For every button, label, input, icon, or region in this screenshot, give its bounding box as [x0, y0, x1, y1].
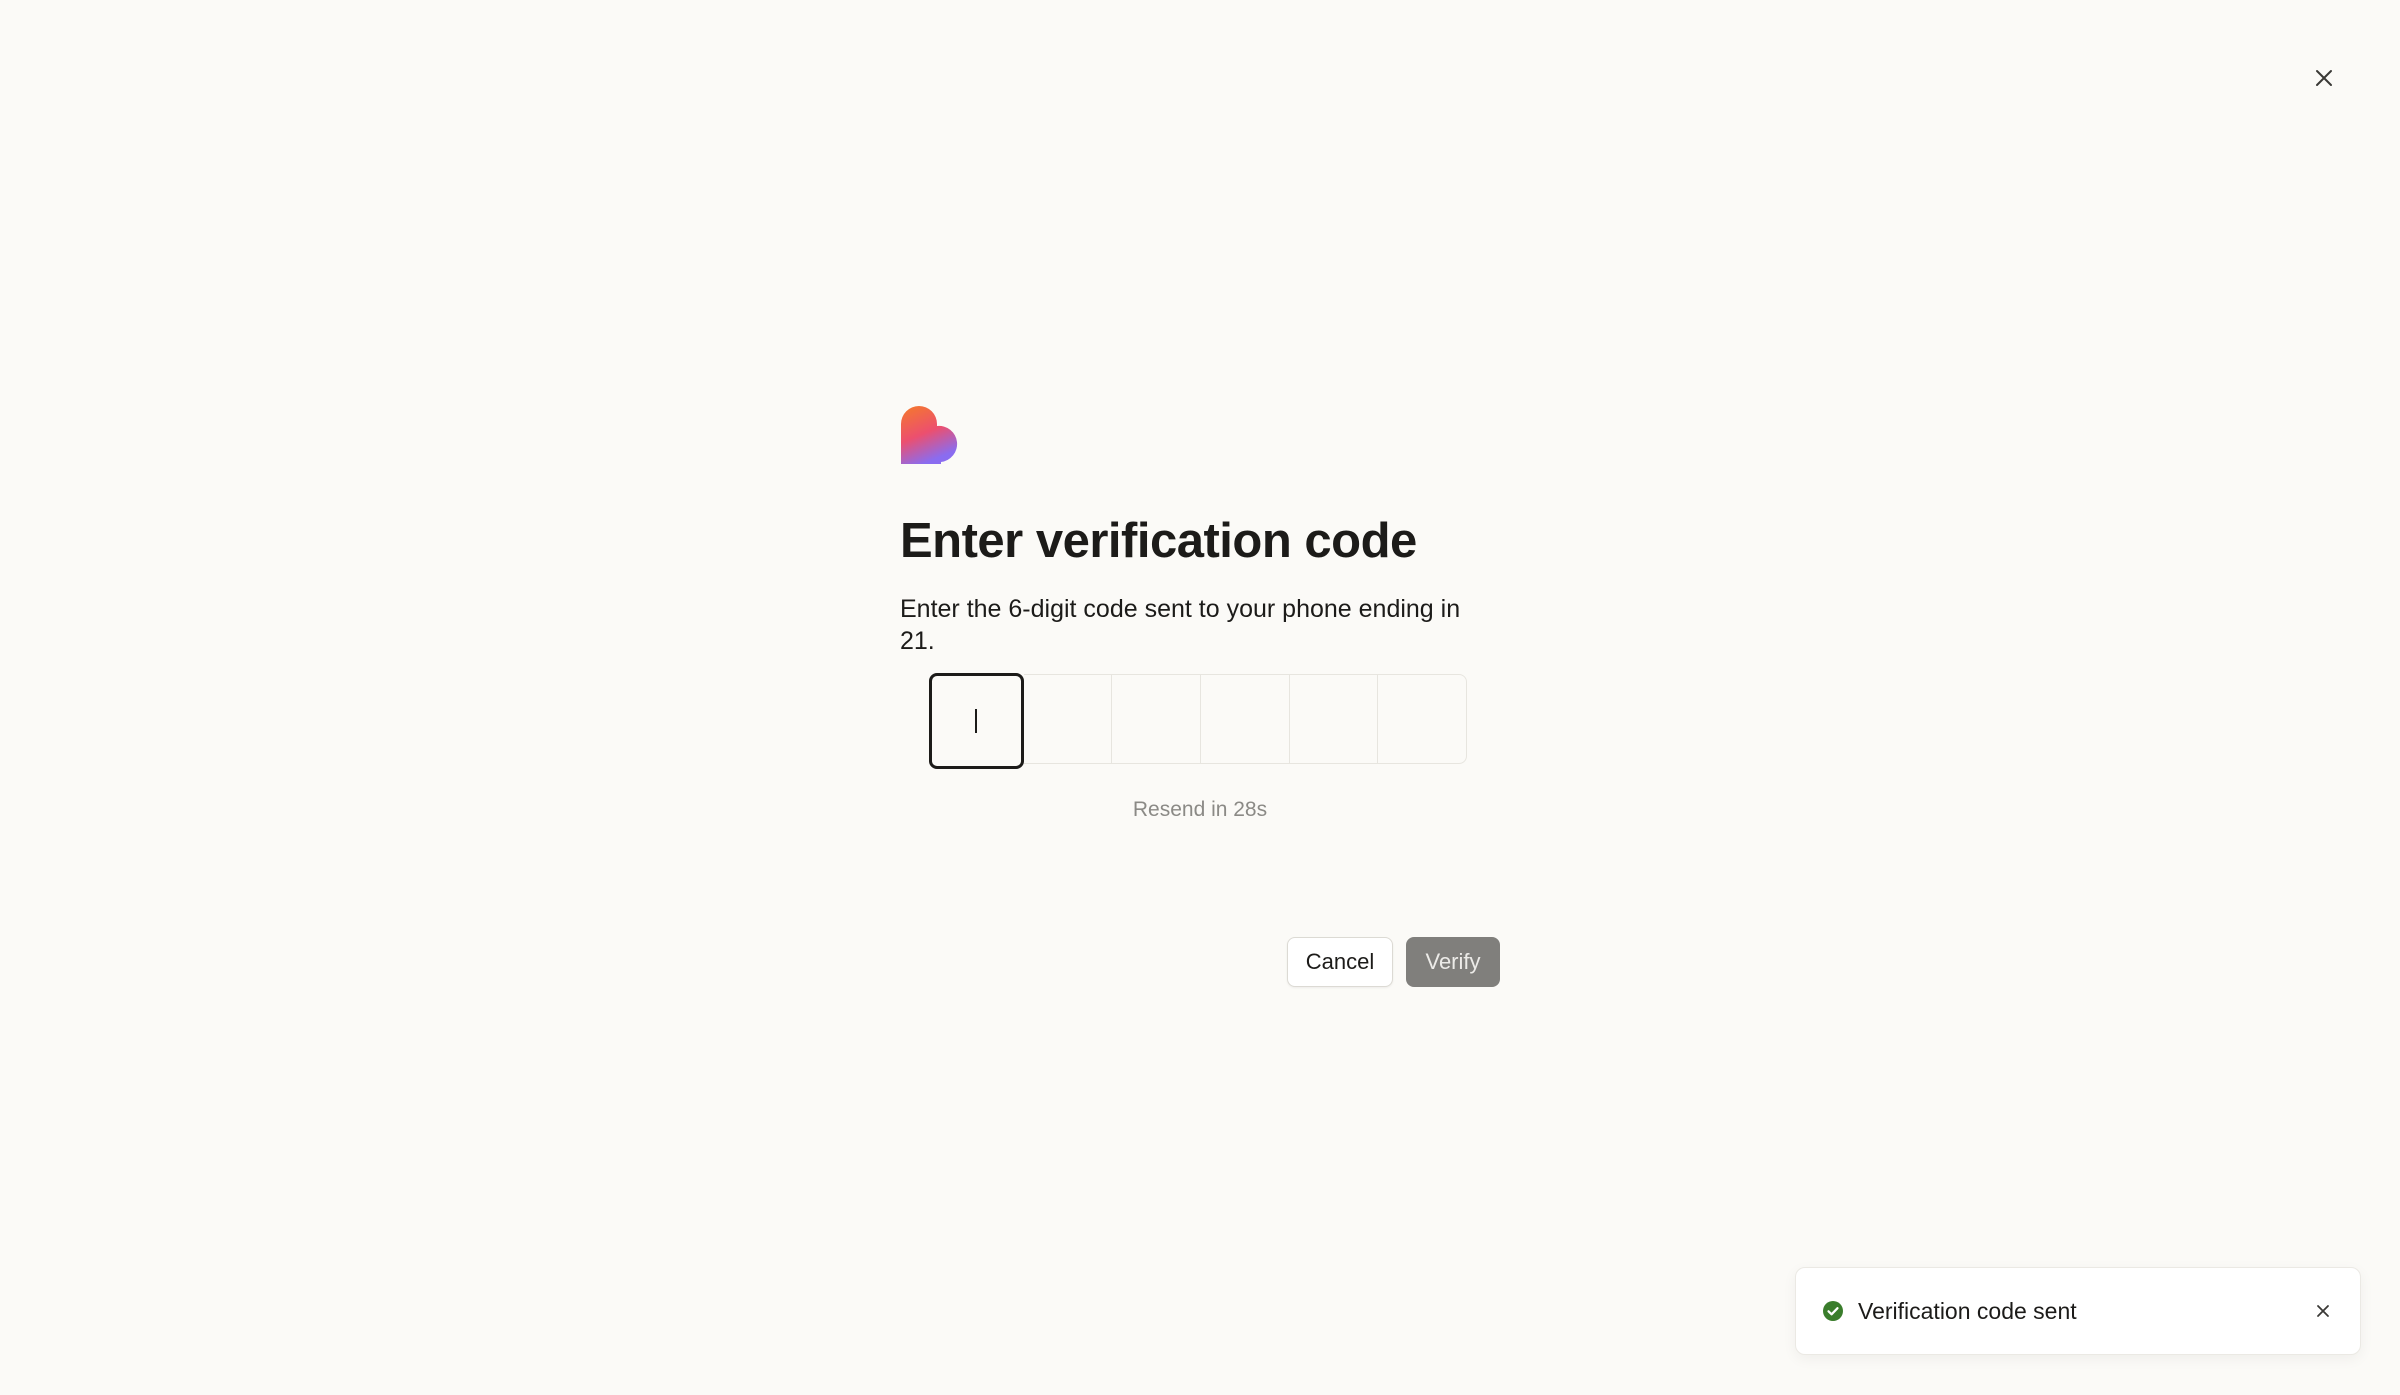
dialog-actions: Cancel Verify [1287, 937, 1500, 987]
close-button[interactable] [2304, 58, 2344, 98]
verify-button[interactable]: Verify [1406, 937, 1500, 987]
code-digit-6[interactable] [1378, 674, 1468, 764]
heart-logo [901, 406, 958, 464]
code-digit-1[interactable] [929, 673, 1024, 769]
close-icon [2316, 70, 2332, 86]
code-digit-3[interactable] [1112, 674, 1201, 764]
cancel-button[interactable]: Cancel [1287, 937, 1393, 987]
verification-dialog: Enter verification code Enter the 6-digi… [900, 404, 1500, 987]
code-digit-5[interactable] [1289, 674, 1379, 764]
resend-countdown: Resend in 28s [1132, 798, 1268, 821]
text-caret [975, 709, 978, 733]
toast-message: Verification code sent [1858, 1297, 2077, 1324]
check-circle-icon [1823, 1301, 1843, 1321]
close-icon [2317, 1305, 2329, 1317]
toast-close-button[interactable] [2312, 1300, 2334, 1322]
verification-page: Enter verification code Enter the 6-digi… [0, 0, 2400, 1395]
verification-code-input [929, 673, 1468, 769]
toast-notification: Verification code sent [1795, 1267, 2361, 1355]
code-digit-2[interactable] [1023, 674, 1113, 764]
code-digit-4[interactable] [1201, 674, 1290, 764]
page-title: Enter verification code [900, 514, 1417, 568]
page-subtitle: Enter the 6-digit code sent to your phon… [900, 595, 1461, 655]
